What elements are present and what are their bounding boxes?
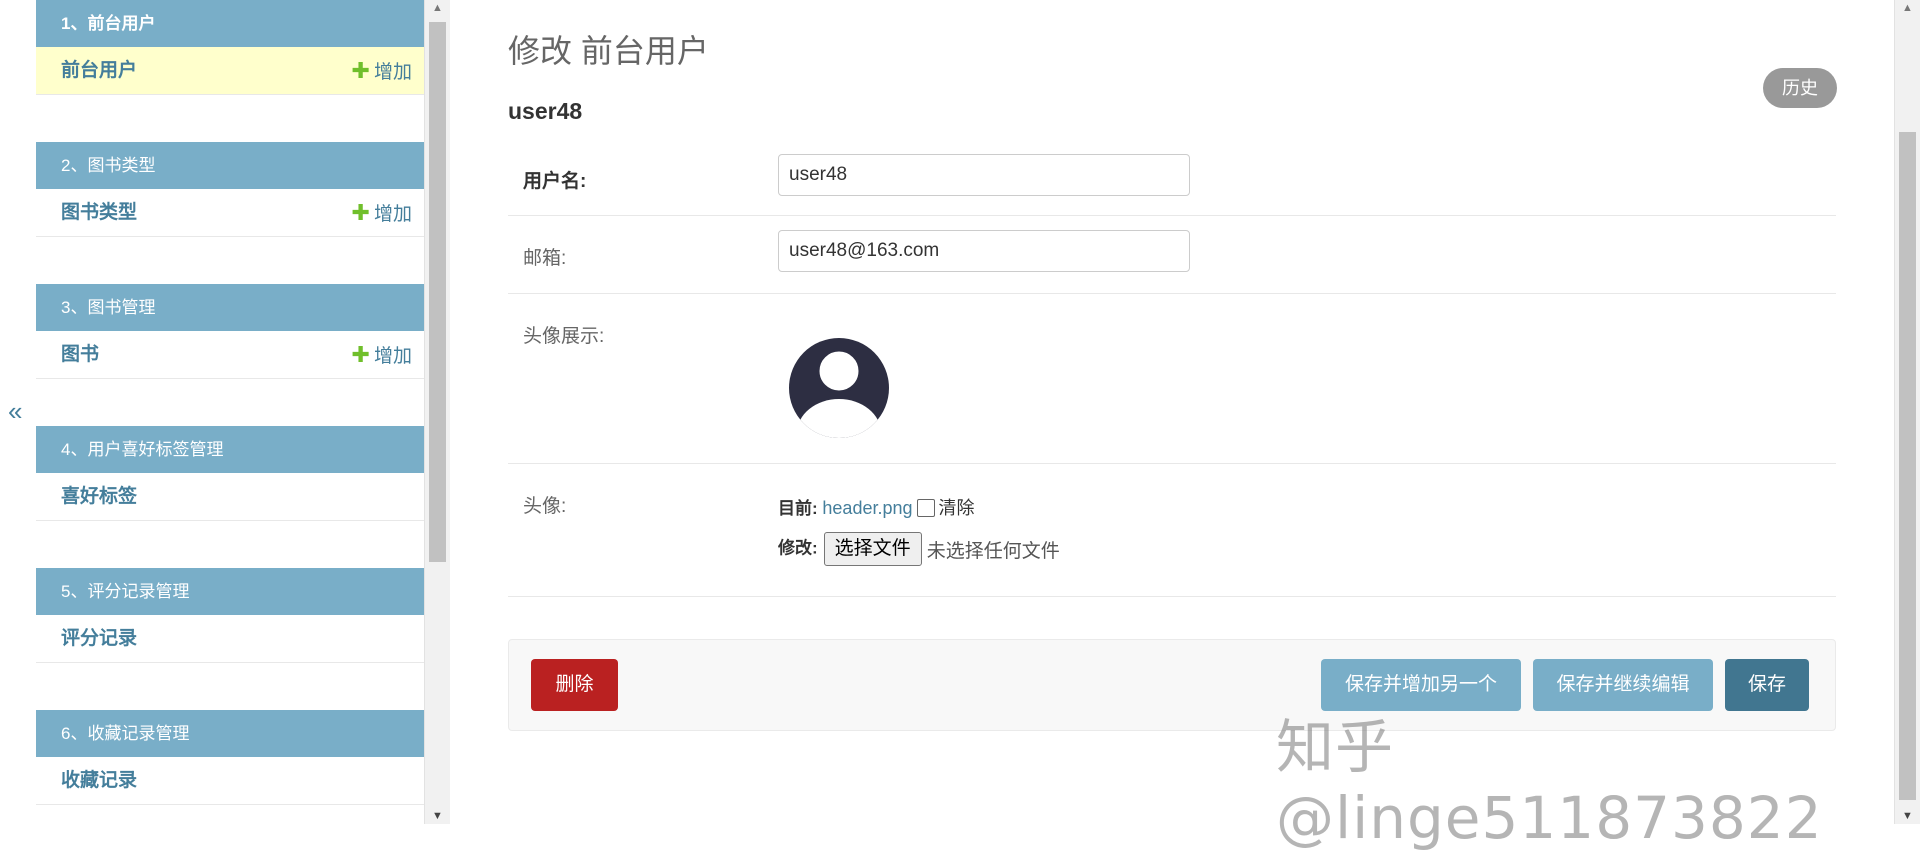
app-block-favorites: 6、收藏记录管理 收藏记录: [36, 710, 424, 824]
sidebar-item-tags[interactable]: 喜好标签: [36, 473, 424, 521]
sidebar-item-favorites[interactable]: 收藏记录: [36, 757, 424, 805]
sidebar-item-ratings[interactable]: 评分记录: [36, 615, 424, 663]
scroll-up-icon[interactable]: ▲: [1902, 2, 1913, 14]
app-block-ratings: 5、评分记录管理 评分记录: [36, 568, 424, 710]
username-input[interactable]: [778, 154, 1190, 196]
app-block-books: 3、图书管理 图书 ✚ 增加: [36, 284, 424, 426]
sidebar-scrollbar[interactable]: ▲ ▼: [424, 0, 450, 824]
history-button[interactable]: 历史: [1763, 68, 1837, 108]
change-file-line: 修改: 选择文件 未选择任何文件: [778, 532, 1060, 566]
model-link[interactable]: 收藏记录: [61, 770, 137, 791]
sidebar-collapse-toggle[interactable]: «: [0, 0, 37, 824]
app-caption[interactable]: 5、评分记录管理: [36, 568, 424, 615]
change-label: 修改:: [778, 538, 818, 558]
app-caption[interactable]: 3、图书管理: [36, 284, 424, 331]
current-label: 目前:: [778, 499, 818, 518]
model-link[interactable]: 前台用户: [61, 60, 137, 81]
object-name: user48: [508, 98, 583, 124]
app-caption[interactable]: 4、用户喜好标签管理: [36, 426, 424, 473]
model-link[interactable]: 图书类型: [61, 202, 137, 223]
model-link[interactable]: 图书: [61, 344, 99, 365]
sidebar: 1、前台用户 前台用户 ✚ 增加 2、图书类型 图书类型 ✚ 增加 3、图书管理 图…: [36, 0, 424, 824]
user-avatar-icon: [789, 338, 889, 438]
current-file-link[interactable]: header.png: [822, 498, 912, 518]
plus-icon: ✚: [351, 200, 370, 225]
email-input[interactable]: [778, 230, 1190, 272]
no-file-text: 未选择任何文件: [926, 540, 1060, 562]
email-label: 邮箱:: [523, 248, 567, 269]
form-row-avatar-display: 头像展示:: [508, 294, 1836, 464]
plus-icon: ✚: [351, 58, 370, 83]
current-file-line: 目前: header.png 清除: [778, 494, 975, 520]
delete-button[interactable]: 删除: [531, 659, 618, 711]
add-label: 增加: [373, 204, 412, 225]
add-link[interactable]: ✚ 增加: [352, 47, 412, 97]
app-block-tags: 4、用户喜好标签管理 喜好标签: [36, 426, 424, 568]
sidebar-item-book-types[interactable]: 图书类型 ✚ 增加: [36, 189, 424, 237]
clear-checkbox[interactable]: [916, 499, 935, 517]
watermark: 知乎 @linge511873822: [1276, 713, 1823, 852]
app-caption[interactable]: 2、图书类型: [36, 142, 424, 189]
page-title: 修改 前台用户: [508, 33, 709, 69]
chevron-double-left-icon[interactable]: «: [8, 396, 22, 427]
app-block-users: 1、前台用户 前台用户 ✚ 增加: [36, 0, 424, 142]
model-link[interactable]: 喜好标签: [61, 486, 137, 507]
app-caption[interactable]: 1、前台用户: [36, 0, 424, 47]
model-link[interactable]: 评分记录: [61, 628, 137, 649]
add-link[interactable]: ✚ 增加: [352, 189, 412, 239]
avatar-label: 头像:: [523, 496, 567, 517]
scroll-down-icon[interactable]: ▼: [432, 810, 443, 822]
scrollbar-thumb[interactable]: [429, 22, 446, 562]
plus-icon: ✚: [351, 342, 370, 367]
add-label: 增加: [373, 62, 412, 83]
sidebar-item-books[interactable]: 图书 ✚ 增加: [36, 331, 424, 379]
app-block-book-types: 2、图书类型 图书类型 ✚ 增加: [36, 142, 424, 284]
form-row-username: 用户名:: [508, 141, 1836, 216]
add-label: 增加: [373, 346, 412, 367]
sidebar-item-frontend-users[interactable]: 前台用户 ✚ 增加: [36, 47, 424, 95]
username-label: 用户名:: [523, 171, 587, 192]
scroll-up-icon[interactable]: ▲: [432, 2, 443, 14]
change-form: 用户名: 邮箱: 头像展示: 头像: 目前: header.png清: [508, 141, 1836, 597]
choose-file-button[interactable]: 选择文件: [823, 532, 922, 566]
form-row-avatar: 头像: 目前: header.png 清除 修改: 选择文件 未选择任何文件: [508, 464, 1836, 597]
form-row-email: 邮箱:: [508, 216, 1836, 294]
avatar-display-label: 头像展示:: [523, 326, 605, 347]
clear-label[interactable]: 清除: [939, 498, 975, 518]
app-caption[interactable]: 6、收藏记录管理: [36, 710, 424, 757]
add-link[interactable]: ✚ 增加: [352, 331, 412, 381]
